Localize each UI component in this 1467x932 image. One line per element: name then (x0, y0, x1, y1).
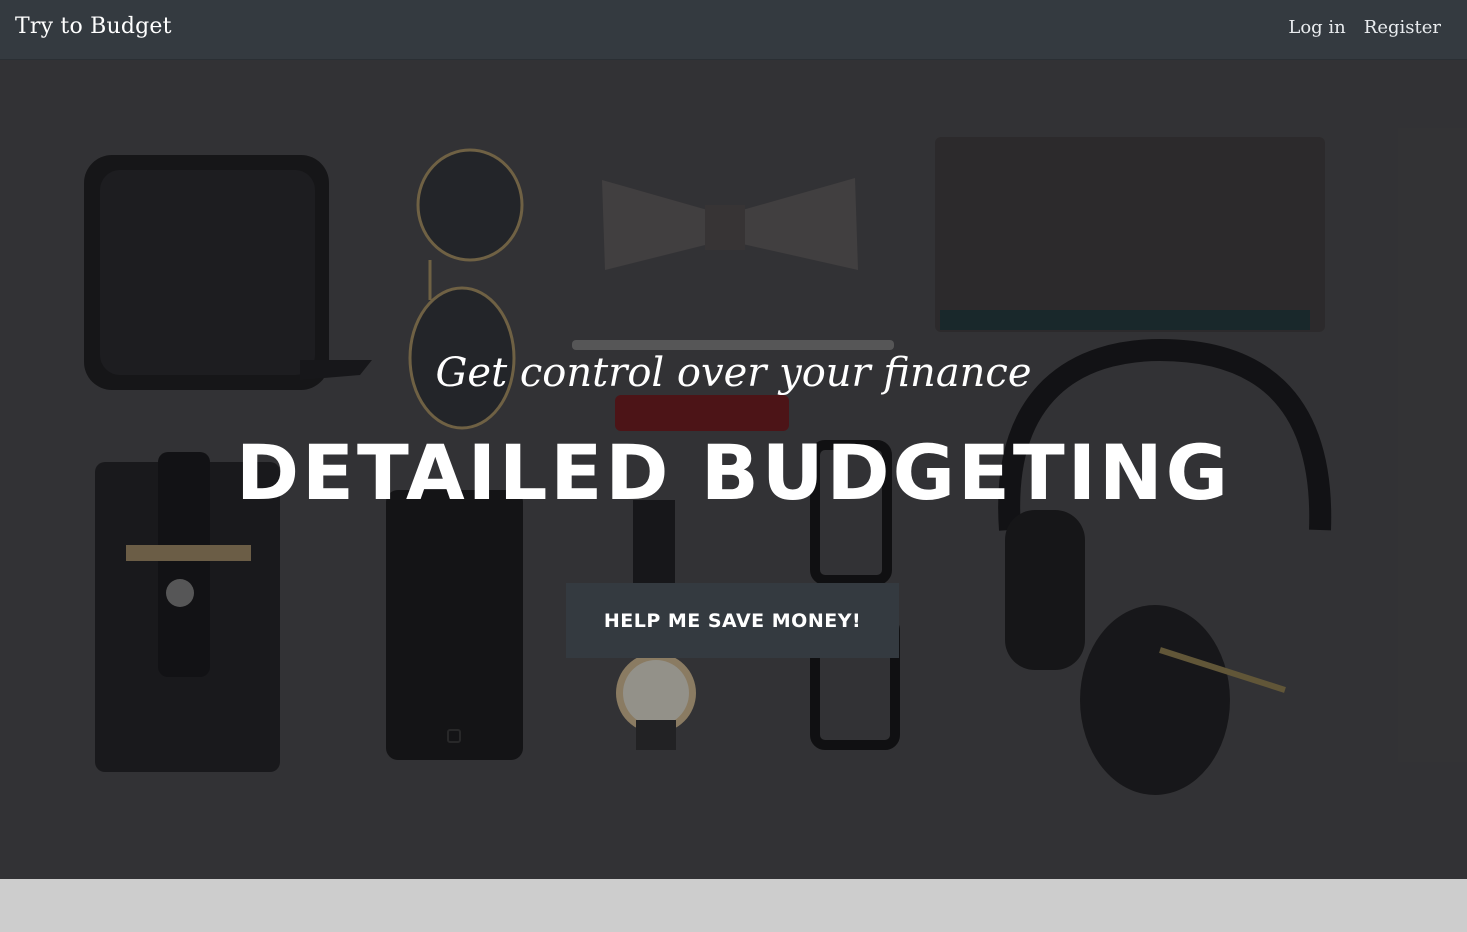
hero-title: DETAILED BUDGETING (235, 428, 1232, 517)
nav-links: Log in Register (1288, 17, 1441, 38)
page-footer-strip (0, 879, 1467, 932)
register-link[interactable]: Register (1364, 17, 1441, 38)
top-navbar: Try to Budget Log in Register (0, 0, 1467, 60)
brand-link[interactable]: Try to Budget (15, 14, 172, 39)
login-link[interactable]: Log in (1288, 17, 1345, 38)
save-money-button[interactable]: HELP ME SAVE MONEY! (566, 583, 899, 658)
hero-subtitle: Get control over your finance (435, 350, 1032, 396)
hero-section: Get control over your finance DETAILED B… (0, 60, 1467, 879)
